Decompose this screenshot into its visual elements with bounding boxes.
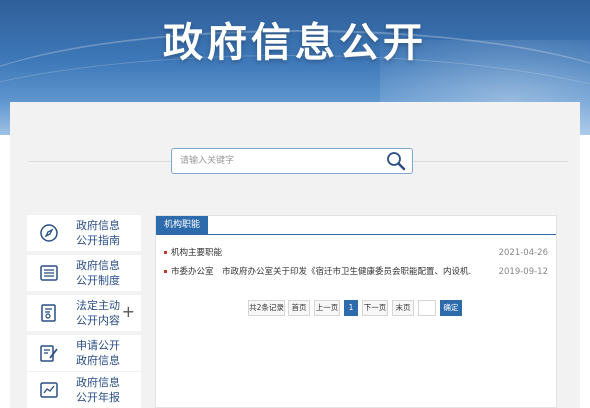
page-number-current[interactable]: 1 xyxy=(344,300,358,316)
content-panel: 机构职能 机构主要职能 2021-04-26 市委办公室 市政府办公室关于印发《… xyxy=(155,215,557,408)
first-page-button[interactable]: 首页 xyxy=(288,300,310,316)
next-page-button[interactable]: 下一页 xyxy=(362,300,388,316)
bullet-icon xyxy=(164,270,167,273)
tab-bar: 机构职能 xyxy=(156,216,556,235)
chart-report-icon xyxy=(40,382,58,398)
list-item-date: 2019-09-12 xyxy=(498,267,548,277)
tab-institution-functions[interactable]: 机构职能 xyxy=(156,216,209,235)
search-icon xyxy=(387,152,406,171)
list-item-title[interactable]: 市委办公室 市政府办公室关于印发《宿迁市卫生健康委员会职能配置、内设机... xyxy=(171,265,471,279)
folder-document-icon xyxy=(41,304,56,322)
sidebar-item-apply[interactable]: 申请公开 政府信息 xyxy=(27,335,141,371)
sidebar-item-label: 申请公开 政府信息 xyxy=(76,339,120,367)
sidebar-item-label: 法定主动 公开内容 xyxy=(76,299,120,327)
list-item[interactable]: 机构主要职能 2021-04-26 xyxy=(164,246,548,260)
search-button[interactable] xyxy=(385,151,407,171)
last-page-button[interactable]: 末页 xyxy=(392,300,414,316)
sidebar-item-system[interactable]: 政府信息 公开制度 xyxy=(27,255,141,291)
confirm-button[interactable]: 确定 xyxy=(440,300,462,316)
sidebar-item-label: 政府信息 公开制度 xyxy=(76,259,120,287)
list-item[interactable]: 市委办公室 市政府办公室关于印发《宿迁市卫生健康委员会职能配置、内设机... 2… xyxy=(164,265,548,279)
expand-icon[interactable]: + xyxy=(122,302,135,321)
prev-page-button[interactable]: 上一页 xyxy=(314,300,340,316)
bullet-icon xyxy=(164,251,167,254)
sidebar-item-guide[interactable]: 政府信息 公开指南 xyxy=(27,215,141,251)
list-item-title[interactable]: 机构主要职能 xyxy=(171,246,471,260)
sidebar-item-statutory[interactable]: 法定主动 公开内容 + xyxy=(27,295,141,331)
page-title: 政府信息公开 xyxy=(163,20,427,66)
search-input[interactable] xyxy=(180,153,380,169)
sidebar-item-annual-report[interactable]: 政府信息 公开年报 xyxy=(27,372,141,408)
edit-document-icon xyxy=(40,345,58,362)
sidebar-item-label: 政府信息 公开年报 xyxy=(76,376,120,404)
sidebar-item-label: 政府信息 公开指南 xyxy=(76,219,120,247)
page-jump-input[interactable] xyxy=(418,300,436,316)
list-document-icon xyxy=(40,265,58,281)
search-bar xyxy=(171,148,413,174)
total-records: 共2条记录 xyxy=(248,300,285,316)
compass-icon xyxy=(40,224,58,242)
list-item-date: 2021-04-26 xyxy=(498,248,548,258)
main-panel: 政府信息公开指南 政府信息公开制度 法定主动公开内容 + 申请公开政府信息 xyxy=(10,102,580,408)
